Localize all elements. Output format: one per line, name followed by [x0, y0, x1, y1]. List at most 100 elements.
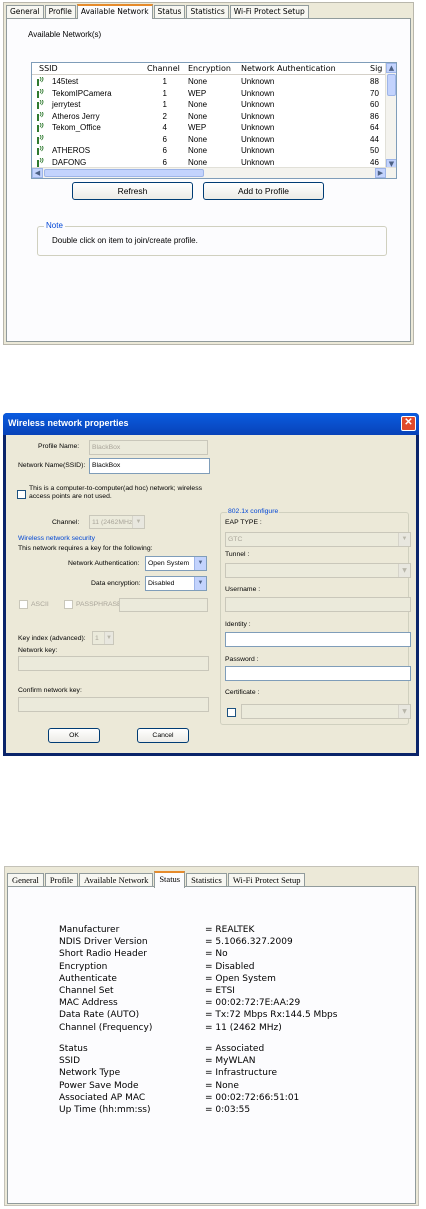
network-row[interactable]: ATHEROS 6 None Unknown 50	[32, 145, 386, 156]
scroll-up-icon[interactable]: ▲	[386, 63, 396, 73]
column-network-authentication[interactable]: Network Authentication	[241, 64, 336, 73]
auth-value: Open System	[148, 560, 190, 567]
password-label: Password :	[225, 656, 259, 663]
adhoc-checkbox[interactable]	[17, 490, 26, 499]
eap-group-title: 802.1x configure	[227, 508, 280, 515]
title-bar[interactable]: Wireless network properties ✕	[3, 413, 419, 435]
security-group-title: Wireless network security	[18, 535, 96, 542]
status-label: SSID	[59, 1056, 81, 1067]
tab-statistics[interactable]: Statistics	[186, 873, 227, 887]
chevron-down-icon: ▼	[194, 577, 206, 590]
add-to-profile-button[interactable]: Add to Profile	[203, 182, 324, 200]
column-channel[interactable]: Channel	[147, 64, 180, 73]
username-label: Username :	[225, 586, 261, 593]
ok-button[interactable]: OK	[48, 728, 100, 743]
tab-available-network[interactable]: Available Network	[79, 873, 154, 887]
network-ssid: 145test	[52, 77, 79, 86]
network-ssid: jerrytest	[52, 100, 81, 109]
network-auth: Unknown	[241, 146, 275, 155]
horizontal-scrollbar[interactable]: ◀ ▶	[32, 167, 396, 178]
wireless-network-properties-dialog: Wireless network properties ✕ Profile Na…	[3, 413, 419, 756]
status-label: Short Radio Header	[59, 949, 147, 960]
eap-type-value: GTC	[228, 536, 243, 543]
certificate-checkbox[interactable]	[227, 708, 236, 717]
password-field[interactable]	[225, 666, 411, 681]
note-text: Double click on item to join/create prof…	[52, 236, 198, 245]
tab-status[interactable]: Status	[153, 5, 186, 18]
auth-select[interactable]: Open System ▼	[145, 556, 207, 571]
hscroll-thumb[interactable]	[44, 169, 204, 177]
status-label: Channel Set	[59, 986, 114, 996]
encryption-select[interactable]: Disabled ▼	[145, 576, 207, 591]
tab-general[interactable]: General	[7, 873, 44, 887]
status-label: Status	[59, 1044, 88, 1054]
scroll-right-icon[interactable]: ▶	[375, 168, 386, 178]
network-channel: 1	[162, 88, 167, 98]
refresh-button[interactable]: Refresh	[72, 182, 193, 200]
key-index-label: Key index (advanced):	[18, 635, 86, 642]
network-row[interactable]: Tekom_Office 4 WEP Unknown 64	[32, 122, 386, 133]
note-title: Note	[44, 221, 65, 230]
network-row[interactable]: Atheros Jerry 2 None Unknown 86	[32, 111, 386, 122]
network-row[interactable]: TekomIPCamera 1 WEP Unknown 70	[32, 88, 386, 99]
ascii-checkbox[interactable]	[19, 600, 28, 609]
tab-general[interactable]: General	[6, 5, 44, 18]
tab-status[interactable]: Status	[154, 871, 186, 888]
requires-key-text: This network requires a key for the foll…	[18, 545, 153, 552]
passphrase-checkbox[interactable]	[64, 600, 73, 609]
network-row[interactable]: 6 None Unknown 44	[32, 134, 386, 145]
scroll-left-icon[interactable]: ◀	[32, 168, 43, 178]
status-label: Data Rate (AUTO)	[59, 1010, 140, 1021]
tab-page: Available Network(s) SSID Channel Encryp…	[6, 18, 411, 342]
network-channel: 6	[162, 146, 167, 155]
network-channel: 6	[162, 157, 167, 167]
tab-available-network[interactable]: Available Network	[76, 4, 153, 19]
network-key-field[interactable]	[18, 656, 209, 671]
tab-profile[interactable]: Profile	[44, 5, 76, 18]
column-ssid[interactable]: SSID	[39, 64, 58, 73]
tab-statistics[interactable]: Statistics	[186, 5, 229, 18]
tab-profile[interactable]: Profile	[44, 873, 79, 887]
network-ssid: Tekom_Office	[52, 123, 101, 132]
network-auth: Unknown	[241, 111, 275, 121]
network-encryption: None	[188, 100, 208, 109]
status-value: = 5.1066.327.2009	[205, 937, 293, 948]
passphrase-field[interactable]	[119, 598, 208, 612]
network-encryption: None	[188, 157, 208, 167]
adhoc-label-line1: This is a computer-to-computer(ad hoc) n…	[29, 485, 203, 492]
status-label: Channel (Frequency)	[59, 1022, 153, 1033]
profile-name-field[interactable]: BlackBox	[89, 440, 208, 455]
tab-wifi-protect-setup[interactable]: Wi-Fi Protect Setup	[227, 873, 306, 887]
column-signal[interactable]: Sig	[370, 64, 382, 73]
tunnel-select[interactable]: ▼	[225, 563, 411, 578]
status-value: = 0:03:55	[205, 1105, 251, 1115]
channel-select[interactable]: 11 (2462MHz) ▼	[89, 515, 145, 529]
cancel-button[interactable]: Cancel	[137, 728, 189, 743]
adhoc-label-line2: access points are not used.	[29, 493, 112, 500]
status-value: = Open System	[205, 973, 276, 984]
tab-wifi-protect-setup[interactable]: Wi-Fi Protect Setup	[229, 5, 309, 18]
key-index-select[interactable]: 1 ▼	[92, 631, 114, 645]
identity-field[interactable]	[225, 632, 411, 647]
close-icon[interactable]: ✕	[401, 416, 416, 431]
network-row[interactable]: DAFONG 6 None Unknown 46	[32, 157, 386, 168]
certificate-label: Certificate :	[225, 689, 260, 696]
certificate-select[interactable]: ▼	[241, 704, 411, 719]
network-row[interactable]: jerrytest 1 None Unknown 60	[32, 99, 386, 110]
encryption-label: Data encryption:	[91, 580, 141, 587]
confirm-key-field[interactable]	[18, 697, 209, 712]
network-signal: 50	[370, 146, 379, 155]
ssid-field[interactable]: BlackBox	[89, 458, 210, 474]
username-field[interactable]	[225, 597, 411, 612]
network-signal: 46	[370, 157, 379, 167]
scroll-thumb[interactable]	[387, 74, 396, 96]
identity-label: Identity :	[225, 621, 251, 628]
network-list[interactable]: SSID Channel Encryption Network Authenti…	[31, 62, 397, 179]
column-encryption[interactable]: Encryption	[188, 64, 231, 73]
vertical-scrollbar[interactable]: ▲ ▼	[385, 63, 396, 169]
eap-type-select[interactable]: GTC ▼	[225, 532, 411, 547]
tunnel-label: Tunnel :	[225, 551, 250, 558]
network-row[interactable]: 145test 1 None Unknown 88	[32, 76, 386, 87]
signal-icon	[37, 157, 44, 167]
ssid-label: Network Name(SSID):	[18, 462, 86, 469]
